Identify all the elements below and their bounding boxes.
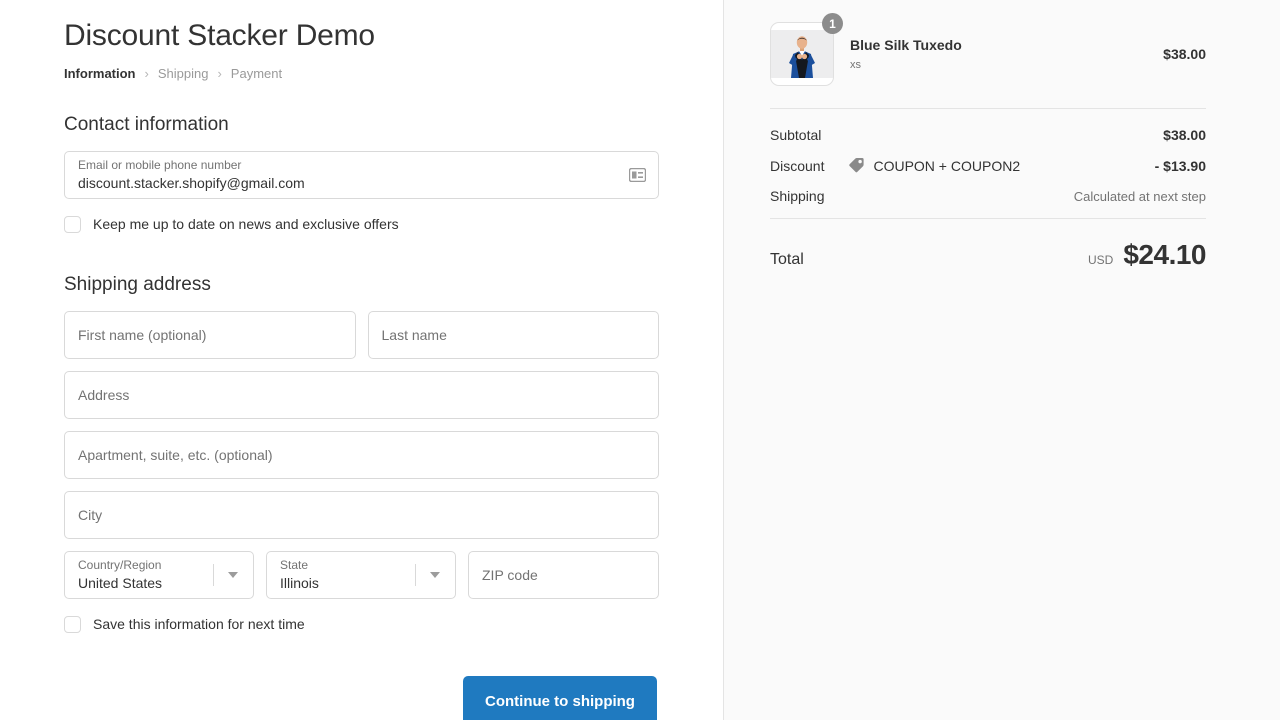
total-label: Total xyxy=(770,251,804,269)
page-title: Discount Stacker Demo xyxy=(64,0,659,56)
breadcrumb-step-shipping[interactable]: Shipping xyxy=(158,65,209,83)
product-price: $38.00 xyxy=(1163,46,1206,62)
chevron-right-icon: › xyxy=(217,65,221,83)
shipping-address-heading: Shipping address xyxy=(64,273,659,297)
save-info-checkbox-row[interactable]: Save this information for next time xyxy=(64,615,659,633)
state-caret-wrap[interactable] xyxy=(415,552,455,598)
apartment-placeholder: Apartment, suite, etc. (optional) xyxy=(78,446,273,464)
last-name-placeholder: Last name xyxy=(382,326,447,344)
chevron-right-icon: › xyxy=(145,65,149,83)
man-in-blue-tuxedo-photo xyxy=(771,30,833,78)
product-title: Blue Silk Tuxedo xyxy=(850,36,1163,55)
zip-field[interactable]: ZIP code xyxy=(468,551,659,599)
shipping-row: Shipping Calculated at next step xyxy=(770,188,1206,204)
continue-to-shipping-button[interactable]: Continue to shipping xyxy=(463,676,657,720)
city-field[interactable]: City xyxy=(64,491,659,539)
email-field[interactable]: Email or mobile phone number discount.st… xyxy=(64,151,659,199)
discount-row: Discount COUPON + COUPON2 - $13.90 xyxy=(770,157,1206,174)
breadcrumb: Information › Shipping › Payment xyxy=(64,65,659,83)
product-thumbnail-wrap: 1 xyxy=(770,22,834,86)
checkout-main-column: Discount Stacker Demo Information › Ship… xyxy=(0,0,724,720)
city-placeholder: City xyxy=(78,506,102,524)
breadcrumb-step-information[interactable]: Information xyxy=(64,65,136,83)
subtotal-amount: $38.00 xyxy=(1163,127,1206,143)
order-line-item: 1 Blue Silk Tuxedo xs $38.00 xyxy=(770,16,1206,96)
chevron-down-icon xyxy=(430,572,440,578)
product-info: Blue Silk Tuxedo xs xyxy=(850,36,1163,72)
state-select-divider xyxy=(415,564,416,586)
newsletter-checkbox-row[interactable]: Keep me up to date on news and exclusive… xyxy=(64,215,659,233)
zip-placeholder: ZIP code xyxy=(482,566,538,584)
total-amount: $24.10 xyxy=(1123,239,1206,271)
shipping-label: Shipping xyxy=(770,188,825,204)
country-select-label: Country/Region xyxy=(78,558,161,572)
apartment-field[interactable]: Apartment, suite, etc. (optional) xyxy=(64,431,659,479)
subtotal-row: Subtotal $38.00 xyxy=(770,127,1206,143)
chevron-down-icon xyxy=(228,572,238,578)
address-placeholder: Address xyxy=(78,386,129,404)
shipping-amount: Calculated at next step xyxy=(1074,189,1206,204)
country-select-divider xyxy=(213,564,214,586)
autofill-contact-icon[interactable] xyxy=(629,168,646,182)
tag-icon xyxy=(848,157,865,174)
newsletter-label: Keep me up to date on news and exclusive… xyxy=(93,215,399,233)
name-row: First name (optional) Last name xyxy=(64,311,659,359)
product-thumbnail xyxy=(770,22,834,86)
country-select-value: United States xyxy=(78,574,162,592)
save-info-label: Save this information for next time xyxy=(93,615,305,633)
summary-totals: Subtotal $38.00 Discount COUPON + COUPON… xyxy=(770,109,1206,204)
product-quantity-badge: 1 xyxy=(822,13,843,34)
first-name-field[interactable]: First name (optional) xyxy=(64,311,356,359)
state-select-label: State xyxy=(280,558,308,572)
state-select[interactable]: State Illinois xyxy=(266,551,456,599)
apartment-row: Apartment, suite, etc. (optional) xyxy=(64,431,659,479)
grand-total-row: Total USD $24.10 xyxy=(770,219,1206,271)
state-select-value: Illinois xyxy=(280,574,319,592)
total-currency: USD xyxy=(1088,253,1113,267)
country-select[interactable]: Country/Region United States xyxy=(64,551,254,599)
newsletter-checkbox[interactable] xyxy=(64,216,81,233)
contact-information-heading: Contact information xyxy=(64,113,659,137)
discount-codes: COUPON + COUPON2 xyxy=(848,157,1154,174)
discount-code-text: COUPON + COUPON2 xyxy=(873,158,1020,174)
checkout-page: Discount Stacker Demo Information › Ship… xyxy=(0,0,1280,720)
last-name-field[interactable]: Last name xyxy=(368,311,660,359)
email-field-label: Email or mobile phone number xyxy=(78,158,241,172)
save-info-checkbox[interactable] xyxy=(64,616,81,633)
city-row: City xyxy=(64,491,659,539)
discount-label: Discount xyxy=(770,158,824,174)
address-field[interactable]: Address xyxy=(64,371,659,419)
subtotal-label: Subtotal xyxy=(770,127,821,143)
product-variant: xs xyxy=(850,58,1163,72)
first-name-placeholder: First name (optional) xyxy=(78,326,206,344)
breadcrumb-step-payment[interactable]: Payment xyxy=(231,65,282,83)
address-row: Address xyxy=(64,371,659,419)
order-summary-panel: 1 Blue Silk Tuxedo xs $38.00 Subtotal $3… xyxy=(724,0,1280,720)
discount-amount: - $13.90 xyxy=(1155,158,1206,174)
email-field-value: discount.stacker.shopify@gmail.com xyxy=(78,174,305,192)
country-state-zip-row: Country/Region United States State Illin… xyxy=(64,551,659,599)
country-caret-wrap[interactable] xyxy=(213,552,253,598)
